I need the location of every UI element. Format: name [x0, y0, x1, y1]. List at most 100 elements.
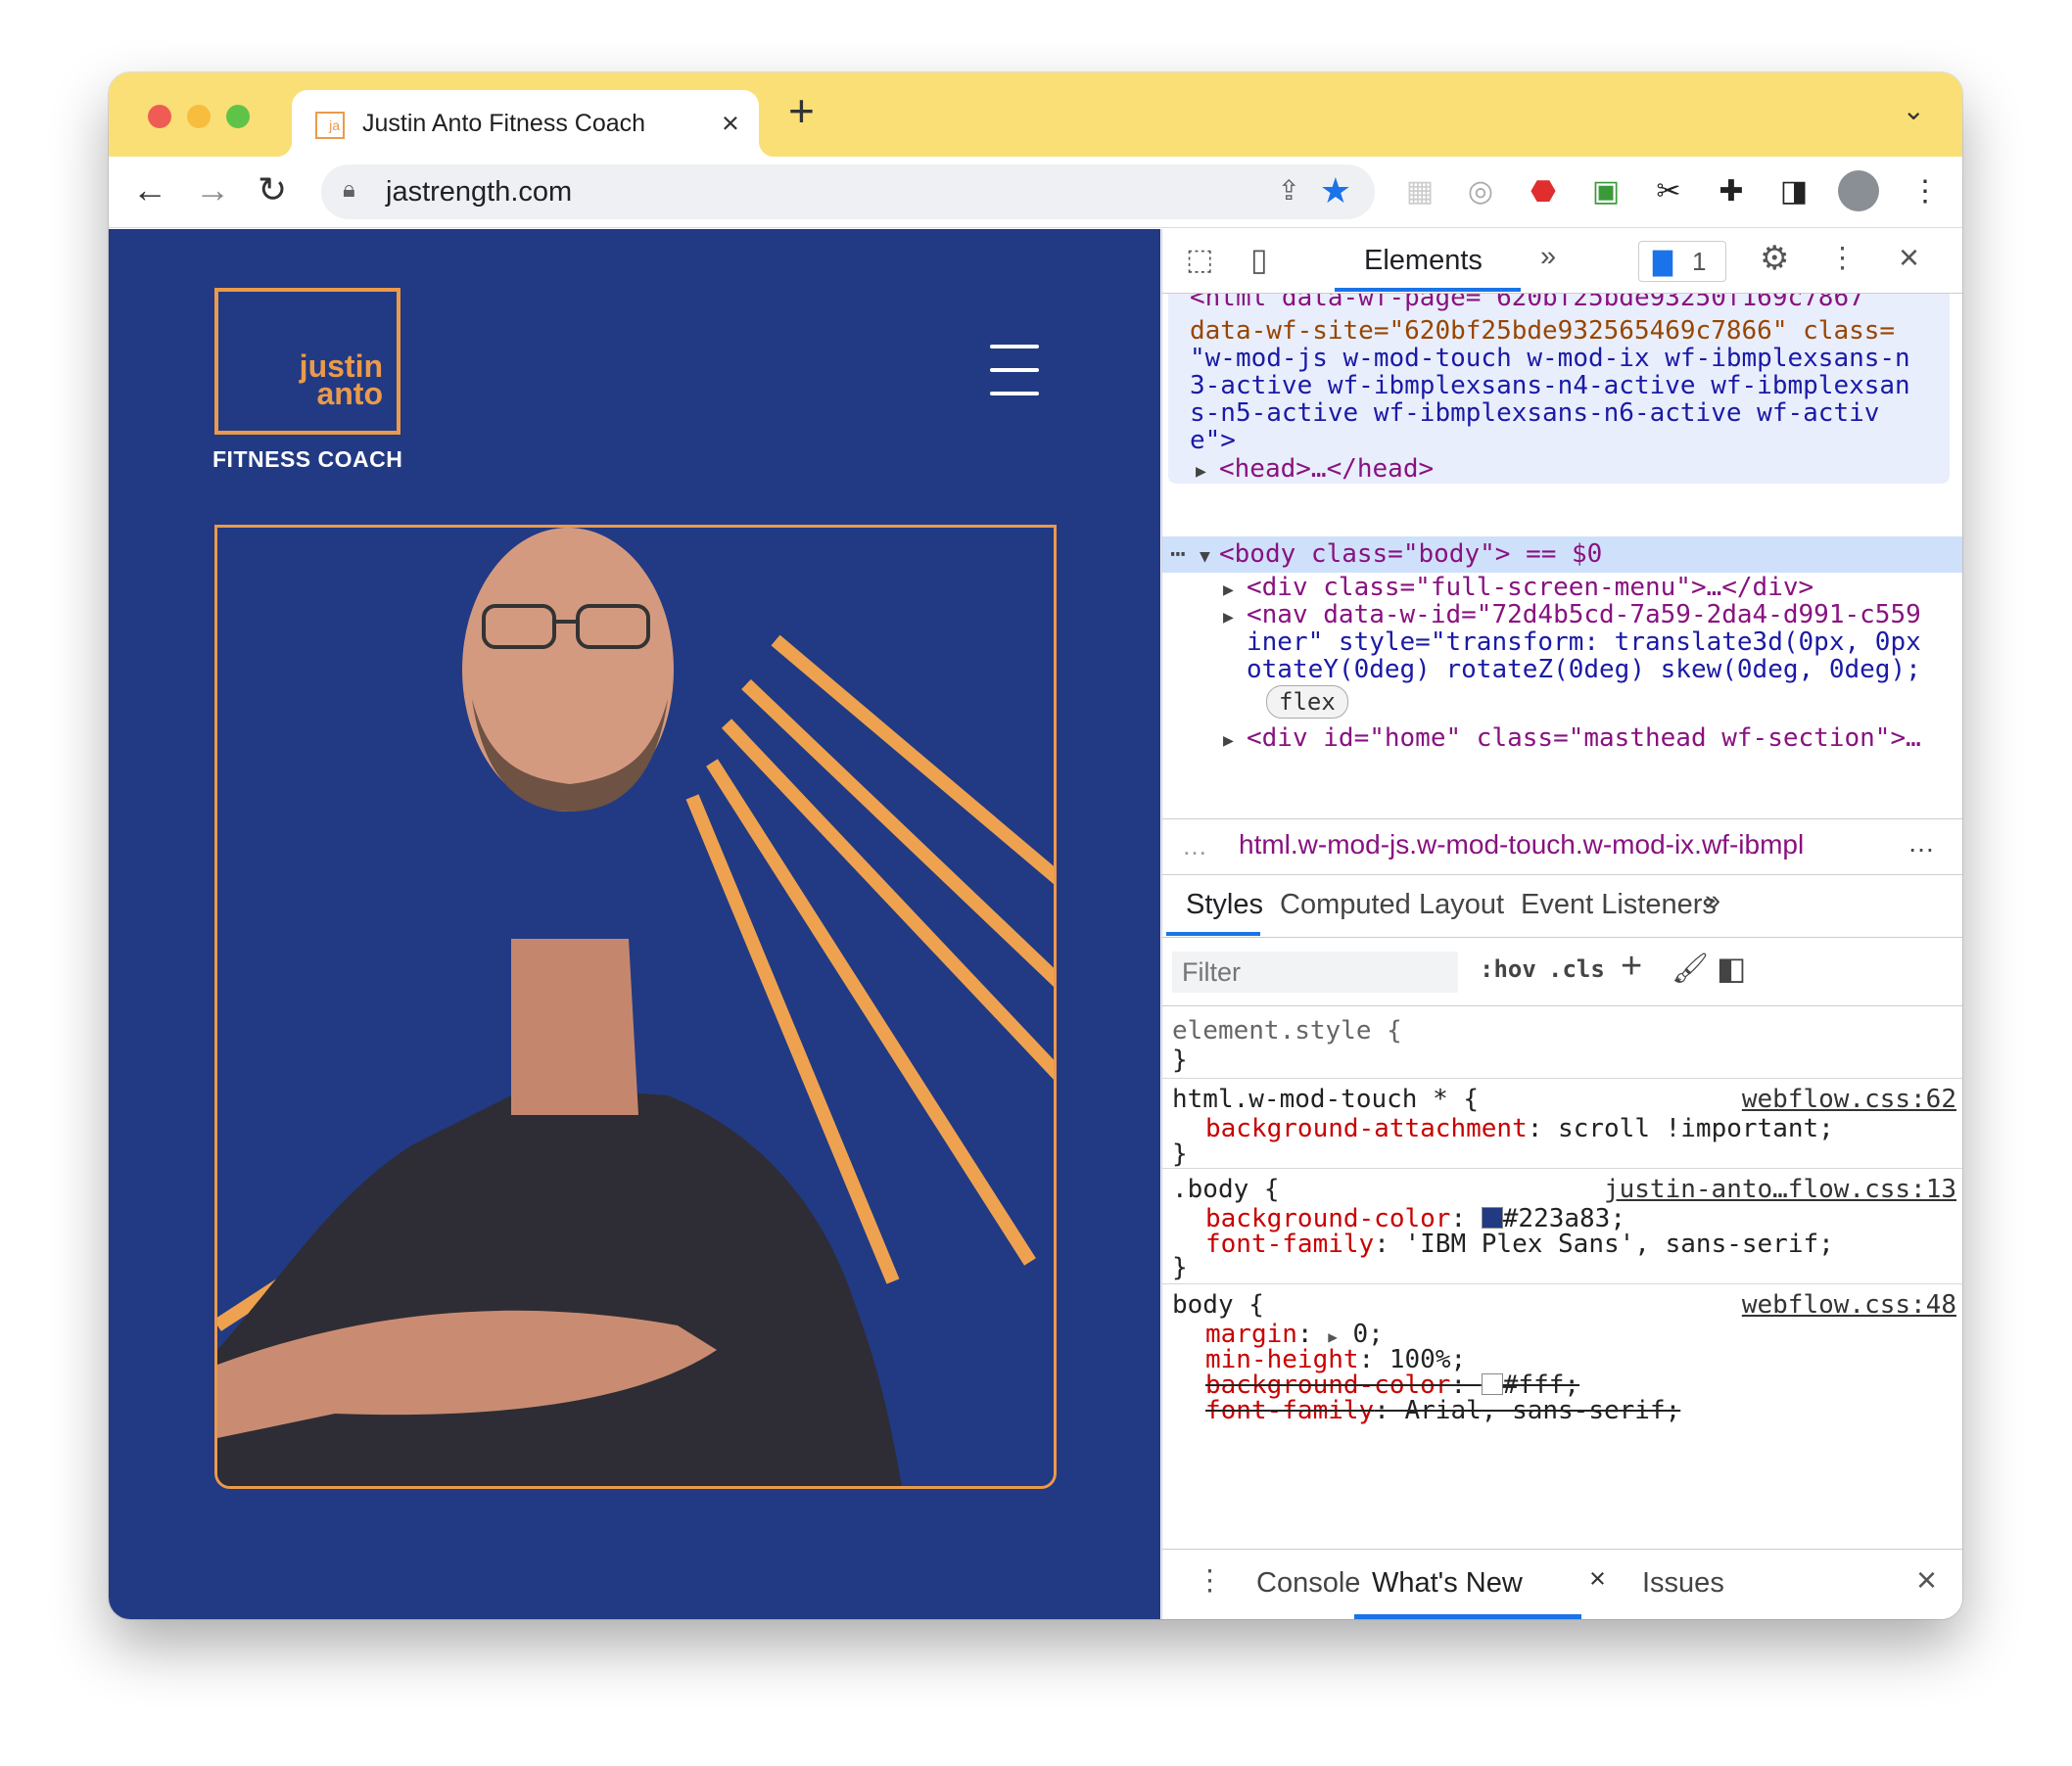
close-whats-new-icon[interactable]: ×	[1589, 1563, 1606, 1596]
rule-element-style: element.style { }	[1162, 1006, 1962, 1079]
extensions-puzzle-icon[interactable]: ✚	[1713, 172, 1750, 209]
bookmark-star-icon[interactable]: ★	[1320, 170, 1351, 211]
drawer-tab-console[interactable]: Console	[1256, 1567, 1360, 1600]
browser-tab[interactable]: ja Justin Anto Fitness Coach ×	[276, 90, 775, 157]
expand-triangle-icon[interactable]: ▶	[1328, 1327, 1338, 1346]
devtools-more-icon[interactable]: ⋮	[1828, 241, 1857, 275]
tab-computed[interactable]: Computed	[1280, 889, 1411, 921]
devtools-panel: ⬚ ▯ Elements » ▇ 1 ⚙ ⋮ × <html data-wf-p…	[1161, 229, 1962, 1619]
css-value[interactable]: 'IBM Plex Sans', sans-serif;	[1405, 1230, 1834, 1259]
tab-styles[interactable]: Styles	[1186, 889, 1263, 921]
collapse-triangle-icon[interactable]: ▼	[1200, 538, 1210, 575]
drawer-menu-icon[interactable]: ⋮	[1196, 1563, 1224, 1598]
dom-line[interactable]: <div id="home" class="masthead wf-sectio…	[1247, 720, 1921, 757]
site-logo[interactable]: justin anto	[214, 288, 400, 435]
rule-source-link[interactable]: webflow.css:48	[1742, 1290, 1956, 1320]
tab-strip: ja Justin Anto Fitness Coach × + ⌄	[109, 72, 1962, 157]
rule-selector[interactable]: html.w-mod-touch * {	[1172, 1085, 1479, 1114]
adblock-hand-icon[interactable]: ⬣	[1525, 172, 1562, 209]
logo-line-2: anto	[316, 376, 383, 411]
breadcrumb-item[interactable]: html.w-mod-js.w-mod-touch.w-mod-ix.wf-ib…	[1239, 829, 1865, 860]
dom-line-body-selected[interactable]: <body class="body"> == $0	[1219, 536, 1602, 573]
url-text[interactable]: jastrength.com	[386, 176, 572, 209]
new-rule-plus-icon[interactable]: +	[1621, 946, 1642, 988]
dom-line-head[interactable]: <head>…</head>	[1219, 451, 1434, 488]
rule-selector[interactable]: element.style {	[1172, 1016, 1402, 1046]
hov-toggle[interactable]: :hov	[1480, 955, 1536, 983]
css-property-overridden[interactable]: font-family	[1205, 1396, 1374, 1425]
website-viewport: justin anto FITNESS COACH	[109, 229, 1160, 1619]
issues-counter-badge[interactable]: ▇ 1	[1638, 241, 1726, 282]
color-swatch[interactable]	[1481, 1207, 1503, 1229]
breadcrumb-right-ellipsis-icon[interactable]: …	[1907, 827, 1935, 859]
tab-layout[interactable]: Layout	[1419, 889, 1504, 921]
scissors-icon[interactable]: ✂	[1650, 172, 1687, 209]
back-arrow-icon[interactable]: ←	[132, 170, 167, 209]
browser-menu-icon[interactable]: ⋮	[1907, 172, 1944, 209]
drawer-tab-issues[interactable]: Issues	[1642, 1567, 1724, 1600]
flex-badge[interactable]: flex	[1266, 685, 1348, 719]
color-swatch[interactable]	[1481, 1373, 1503, 1395]
address-bar[interactable]: 🔒︎ jastrength.com ⇪ ★	[321, 164, 1375, 219]
css-property[interactable]: font-family	[1205, 1230, 1374, 1259]
share-icon[interactable]: ⇪	[1278, 174, 1300, 207]
rule-source-link[interactable]: justin-anto…flow.css:13	[1604, 1175, 1956, 1204]
close-drawer-icon[interactable]: ×	[1916, 1559, 1937, 1601]
forward-arrow-icon[interactable]: →	[195, 170, 230, 209]
inspect-element-icon[interactable]: ⬚	[1186, 243, 1213, 277]
css-value[interactable]: scroll !important;	[1558, 1114, 1834, 1143]
rule-selector[interactable]: .body {	[1172, 1175, 1280, 1204]
styles-filter-row: :hov .cls + 🖌︎ ◧	[1162, 938, 1962, 1006]
active-subtab-indicator	[1166, 932, 1260, 936]
css-value-overridden[interactable]: Arial, sans-serif;	[1405, 1396, 1681, 1425]
dom-ellipsis-icon[interactable]: ⋯	[1170, 536, 1186, 573]
maximize-window-button[interactable]	[226, 105, 250, 128]
tab-title: Justin Anto Fitness Coach	[362, 110, 646, 137]
extension-target-icon[interactable]: ◎	[1462, 172, 1499, 209]
more-subtabs-chevron-icon[interactable]: »	[1705, 885, 1720, 917]
reload-icon[interactable]: ↻	[258, 170, 287, 209]
minimize-window-button[interactable]	[187, 105, 211, 128]
site-tagline: FITNESS COACH	[212, 446, 403, 472]
rule-selector[interactable]: body {	[1172, 1290, 1264, 1320]
side-panel-icon[interactable]: ◨	[1775, 172, 1813, 209]
active-drawer-tab-indicator	[1354, 1614, 1581, 1619]
expand-triangle-icon[interactable]: ▶	[1223, 722, 1234, 759]
close-devtools-icon[interactable]: ×	[1899, 237, 1919, 278]
active-tab-indicator	[1335, 288, 1521, 292]
paint-brush-icon[interactable]: 🖌︎	[1672, 952, 1709, 986]
rule-source-link[interactable]: webflow.css:62	[1742, 1085, 1956, 1114]
new-tab-button[interactable]: +	[788, 84, 815, 137]
lock-icon[interactable]: 🔒︎	[343, 176, 355, 204]
styles-filter-input[interactable]	[1172, 952, 1458, 993]
cls-toggle[interactable]: .cls	[1548, 955, 1605, 983]
device-toolbar-icon[interactable]: ▯	[1250, 241, 1268, 278]
print-friendly-icon[interactable]: ▣	[1587, 172, 1625, 209]
dom-tree: <html data-wf-page="620bf25bde93250f169c…	[1162, 294, 1962, 818]
styles-subtabs: Styles Computed Layout Event Listeners »	[1162, 875, 1962, 938]
breadcrumb-left-ellipsis-icon[interactable]: …	[1182, 831, 1207, 861]
expand-triangle-icon[interactable]: ▶	[1196, 453, 1206, 489]
toggle-sidebar-icon[interactable]: ◧	[1717, 950, 1746, 987]
close-window-button[interactable]	[148, 105, 171, 128]
css-property[interactable]: background-attachment	[1205, 1114, 1528, 1143]
browser-toolbar: ← → ↻ 🔒︎ jastrength.com ⇪ ★ ▦ ◎ ⬣ ▣ ✂ ✚ …	[109, 157, 1962, 228]
dom-line[interactable]: s-n5-active wf-ibmplexsans-n6-active wf-…	[1190, 395, 1879, 432]
rule-body-class: .body { justin-anto…flow.css:13 backgrou…	[1162, 1169, 1962, 1284]
extension-grid-icon[interactable]: ▦	[1401, 172, 1438, 209]
dom-line[interactable]: otateY(0deg) rotateZ(0deg) skew(0deg, 0d…	[1247, 652, 1921, 688]
coach-hero-photo	[214, 525, 1057, 1489]
expand-triangle-icon[interactable]: ▶	[1223, 599, 1234, 635]
tab-elements[interactable]: Elements	[1364, 245, 1483, 277]
profile-avatar[interactable]	[1838, 170, 1879, 211]
tab-event-listeners[interactable]: Event Listeners	[1521, 889, 1717, 921]
drawer-tab-whats-new[interactable]: What's New	[1372, 1567, 1523, 1600]
hamburger-menu-icon[interactable]	[990, 345, 1039, 395]
breadcrumb: … html.w-mod-js.w-mod-touch.w-mod-ix.wf-…	[1162, 818, 1962, 875]
rule-html-touch: html.w-mod-touch * { webflow.css:62 back…	[1162, 1079, 1962, 1169]
more-tabs-chevron-icon[interactable]: »	[1540, 241, 1556, 273]
tab-close-icon[interactable]: ×	[722, 106, 739, 141]
message-icon: ▇	[1653, 247, 1672, 276]
settings-gear-icon[interactable]: ⚙	[1760, 239, 1789, 278]
tab-search-chevron-icon[interactable]: ⌄	[1903, 94, 1925, 126]
